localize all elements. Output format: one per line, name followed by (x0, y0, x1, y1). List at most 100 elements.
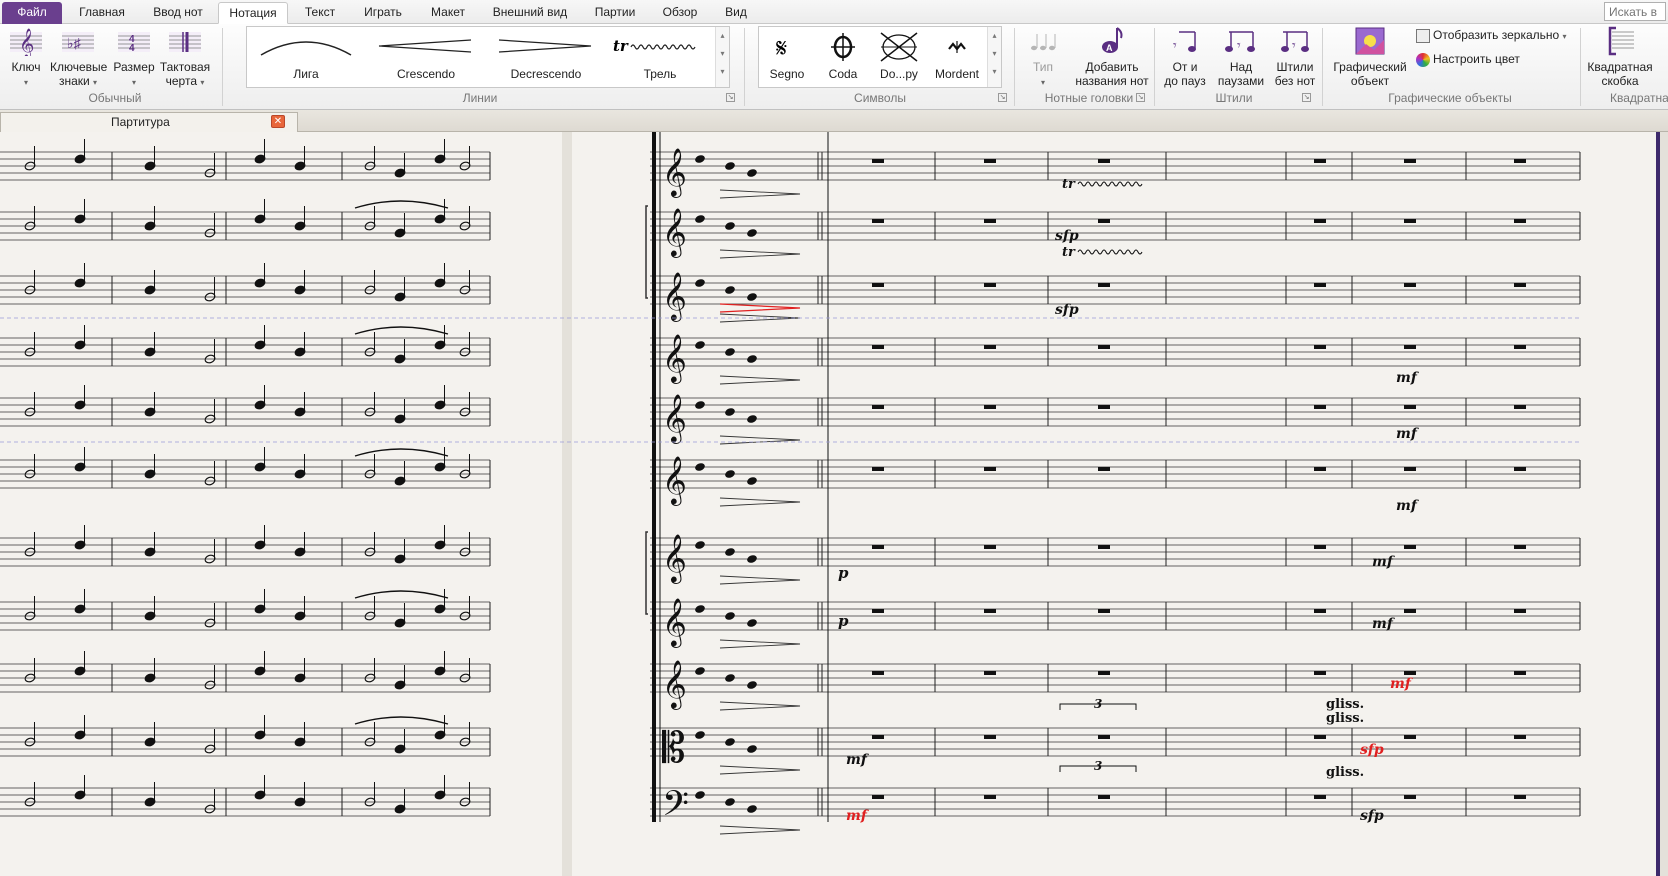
graphic-object-button[interactable]: Графический объект (1330, 26, 1410, 88)
whole-rest (1314, 467, 1326, 471)
whole-rest (1098, 219, 1110, 223)
clef-glyph: 𝄞 (662, 597, 687, 648)
tab-home[interactable]: Главная (68, 2, 136, 24)
whole-rest (1404, 405, 1416, 409)
whole-rest (984, 219, 996, 223)
doppu-item[interactable]: Do...ру (871, 27, 927, 87)
stems-no-notes-label-1: Штили (1276, 60, 1314, 74)
stems-no-notes-button[interactable]: 𝄾 Штили без нот (1270, 26, 1320, 88)
barline-button[interactable]: Тактовая черта ▾ (158, 26, 212, 90)
doppu-label: Do...ру (880, 67, 918, 81)
notehead-type-button[interactable]: Тип ▾ (1018, 26, 1068, 90)
notehead-type-icon (1031, 34, 1056, 51)
whole-rest (984, 345, 996, 349)
tab-appearance[interactable]: Внешний вид (482, 2, 578, 24)
search-input[interactable] (1604, 2, 1666, 21)
whole-rest (1404, 467, 1416, 471)
dynamic-mf: mf (846, 808, 870, 824)
trill-mark: tr (1062, 177, 1076, 192)
tab-file[interactable]: Файл (2, 2, 62, 24)
dynamic-p: p (838, 612, 849, 630)
close-icon[interactable]: ✕ (271, 115, 285, 128)
slur-item[interactable]: Лига (247, 27, 365, 87)
lines-dialog-launcher[interactable]: ↘ (726, 93, 735, 102)
whole-rest (984, 545, 996, 549)
stems-from-rests-button[interactable]: 𝄾 От и до пауз (1160, 26, 1210, 88)
clef-glyph: 𝄞 (662, 271, 687, 322)
svg-text:𝄾: 𝄾 (1292, 37, 1296, 53)
whole-rest (1314, 545, 1326, 549)
clef-glyph: 𝄞 (662, 207, 687, 258)
whole-rest (1098, 283, 1110, 287)
stems-dialog-launcher[interactable]: ↘ (1302, 93, 1311, 102)
add-note-names-label-1: Добавить (1085, 60, 1139, 74)
whole-rest (1514, 283, 1526, 287)
gliss-label: gliss. (1326, 697, 1364, 712)
symbols-dialog-launcher[interactable]: ↘ (998, 93, 1007, 102)
tab-note-input[interactable]: Ввод нот (142, 2, 214, 24)
mordent-item[interactable]: Mordent (927, 27, 987, 87)
tab-notation[interactable]: Нотация (218, 2, 288, 24)
dynamic-mf: mf (1396, 426, 1420, 442)
coda-item[interactable]: Coda (815, 27, 871, 87)
doppu-icon (880, 32, 918, 62)
tab-text[interactable]: Текст (294, 2, 346, 24)
crescendo-item[interactable]: Crescendo (367, 27, 485, 87)
tab-layout[interactable]: Макет (420, 2, 476, 24)
svg-text:A: A (1106, 43, 1113, 53)
whole-rest (1514, 405, 1526, 409)
whole-rest (984, 735, 996, 739)
ribbon-separator (744, 28, 745, 106)
segno-item[interactable]: 𝄋 Segno (759, 27, 815, 87)
group-label-stems: Штили (1215, 91, 1253, 105)
add-note-names-button[interactable]: A Добавить названия нот (1070, 26, 1154, 88)
lines-gallery-scroll[interactable]: ▴ ▾ ▾ (715, 27, 729, 87)
tab-review[interactable]: Обзор (652, 2, 708, 24)
clef-glyph: 𝄞 (662, 533, 687, 584)
whole-rest (1404, 609, 1416, 613)
stems-over-rests-button[interactable]: 𝄾 Над паузами (1214, 26, 1268, 88)
key-signature-icon: ♭♯ (62, 32, 94, 52)
key-signature-button[interactable]: ♭♯ Ключевые знаки ▾ (50, 26, 107, 90)
document-tab-score[interactable]: Партитура (0, 112, 298, 132)
whole-rest (872, 735, 884, 739)
dynamic-p: p (838, 564, 849, 582)
triplet-number: 3 (1094, 697, 1102, 711)
mirror-button[interactable]: Отобразить зеркально ▾ (1416, 28, 1576, 44)
note-name-icon: A (1102, 27, 1123, 53)
clef-icon: 𝄞 (10, 28, 42, 56)
ribbon-separator (1154, 28, 1155, 106)
gliss-label: gliss. (1326, 765, 1364, 780)
tab-play[interactable]: Играть (352, 2, 414, 24)
barline-icon (169, 32, 201, 52)
decrescendo-icon (498, 39, 592, 53)
tab-parts[interactable]: Партии (584, 2, 646, 24)
whole-rest (1314, 345, 1326, 349)
whole-rest (1514, 545, 1526, 549)
mordent-icon (948, 41, 966, 53)
square-bracket-button[interactable]: Квадратная скобка (1584, 26, 1656, 88)
barline-label-1: Тактовая (159, 60, 211, 74)
ribbon-separator (222, 28, 223, 106)
tab-view[interactable]: Вид (714, 2, 758, 24)
set-color-button[interactable]: Настроить цвет (1416, 52, 1576, 67)
whole-rest (1404, 159, 1416, 163)
time-signature-icon: 4 4 (118, 32, 150, 54)
whole-rest (1404, 283, 1416, 287)
time-signature-button[interactable]: 4 4 Размер ▾ (110, 26, 158, 90)
trill-icon: tr (613, 37, 696, 55)
noteheads-dialog-launcher[interactable]: ↘ (1136, 93, 1145, 102)
trill-item[interactable]: tr Трель (605, 27, 715, 87)
whole-rest (1514, 345, 1526, 349)
whole-rest (872, 545, 884, 549)
decrescendo-item[interactable]: Decrescendo (487, 27, 605, 87)
whole-rest (1514, 671, 1526, 675)
square-bracket-icon (1608, 26, 1634, 56)
clef-glyph: 𝄞 (662, 393, 687, 444)
whole-rest (1098, 545, 1110, 549)
score-view[interactable]: 𝄞 𝄞 𝄞 𝄞 𝄞 𝄞 𝄞 𝄞 𝄞 𝄡 𝄢 tr tr sfp sfp sfp sfp mf mf mf mf mf mf m… (0, 132, 1668, 876)
whole-rest (984, 609, 996, 613)
symbols-gallery-scroll[interactable]: ▴ ▾ ▾ (987, 27, 1001, 87)
graphic-object-label-1: Графический (1333, 60, 1407, 74)
clef-button[interactable]: 𝄞 Ключ ▾ (4, 26, 48, 90)
